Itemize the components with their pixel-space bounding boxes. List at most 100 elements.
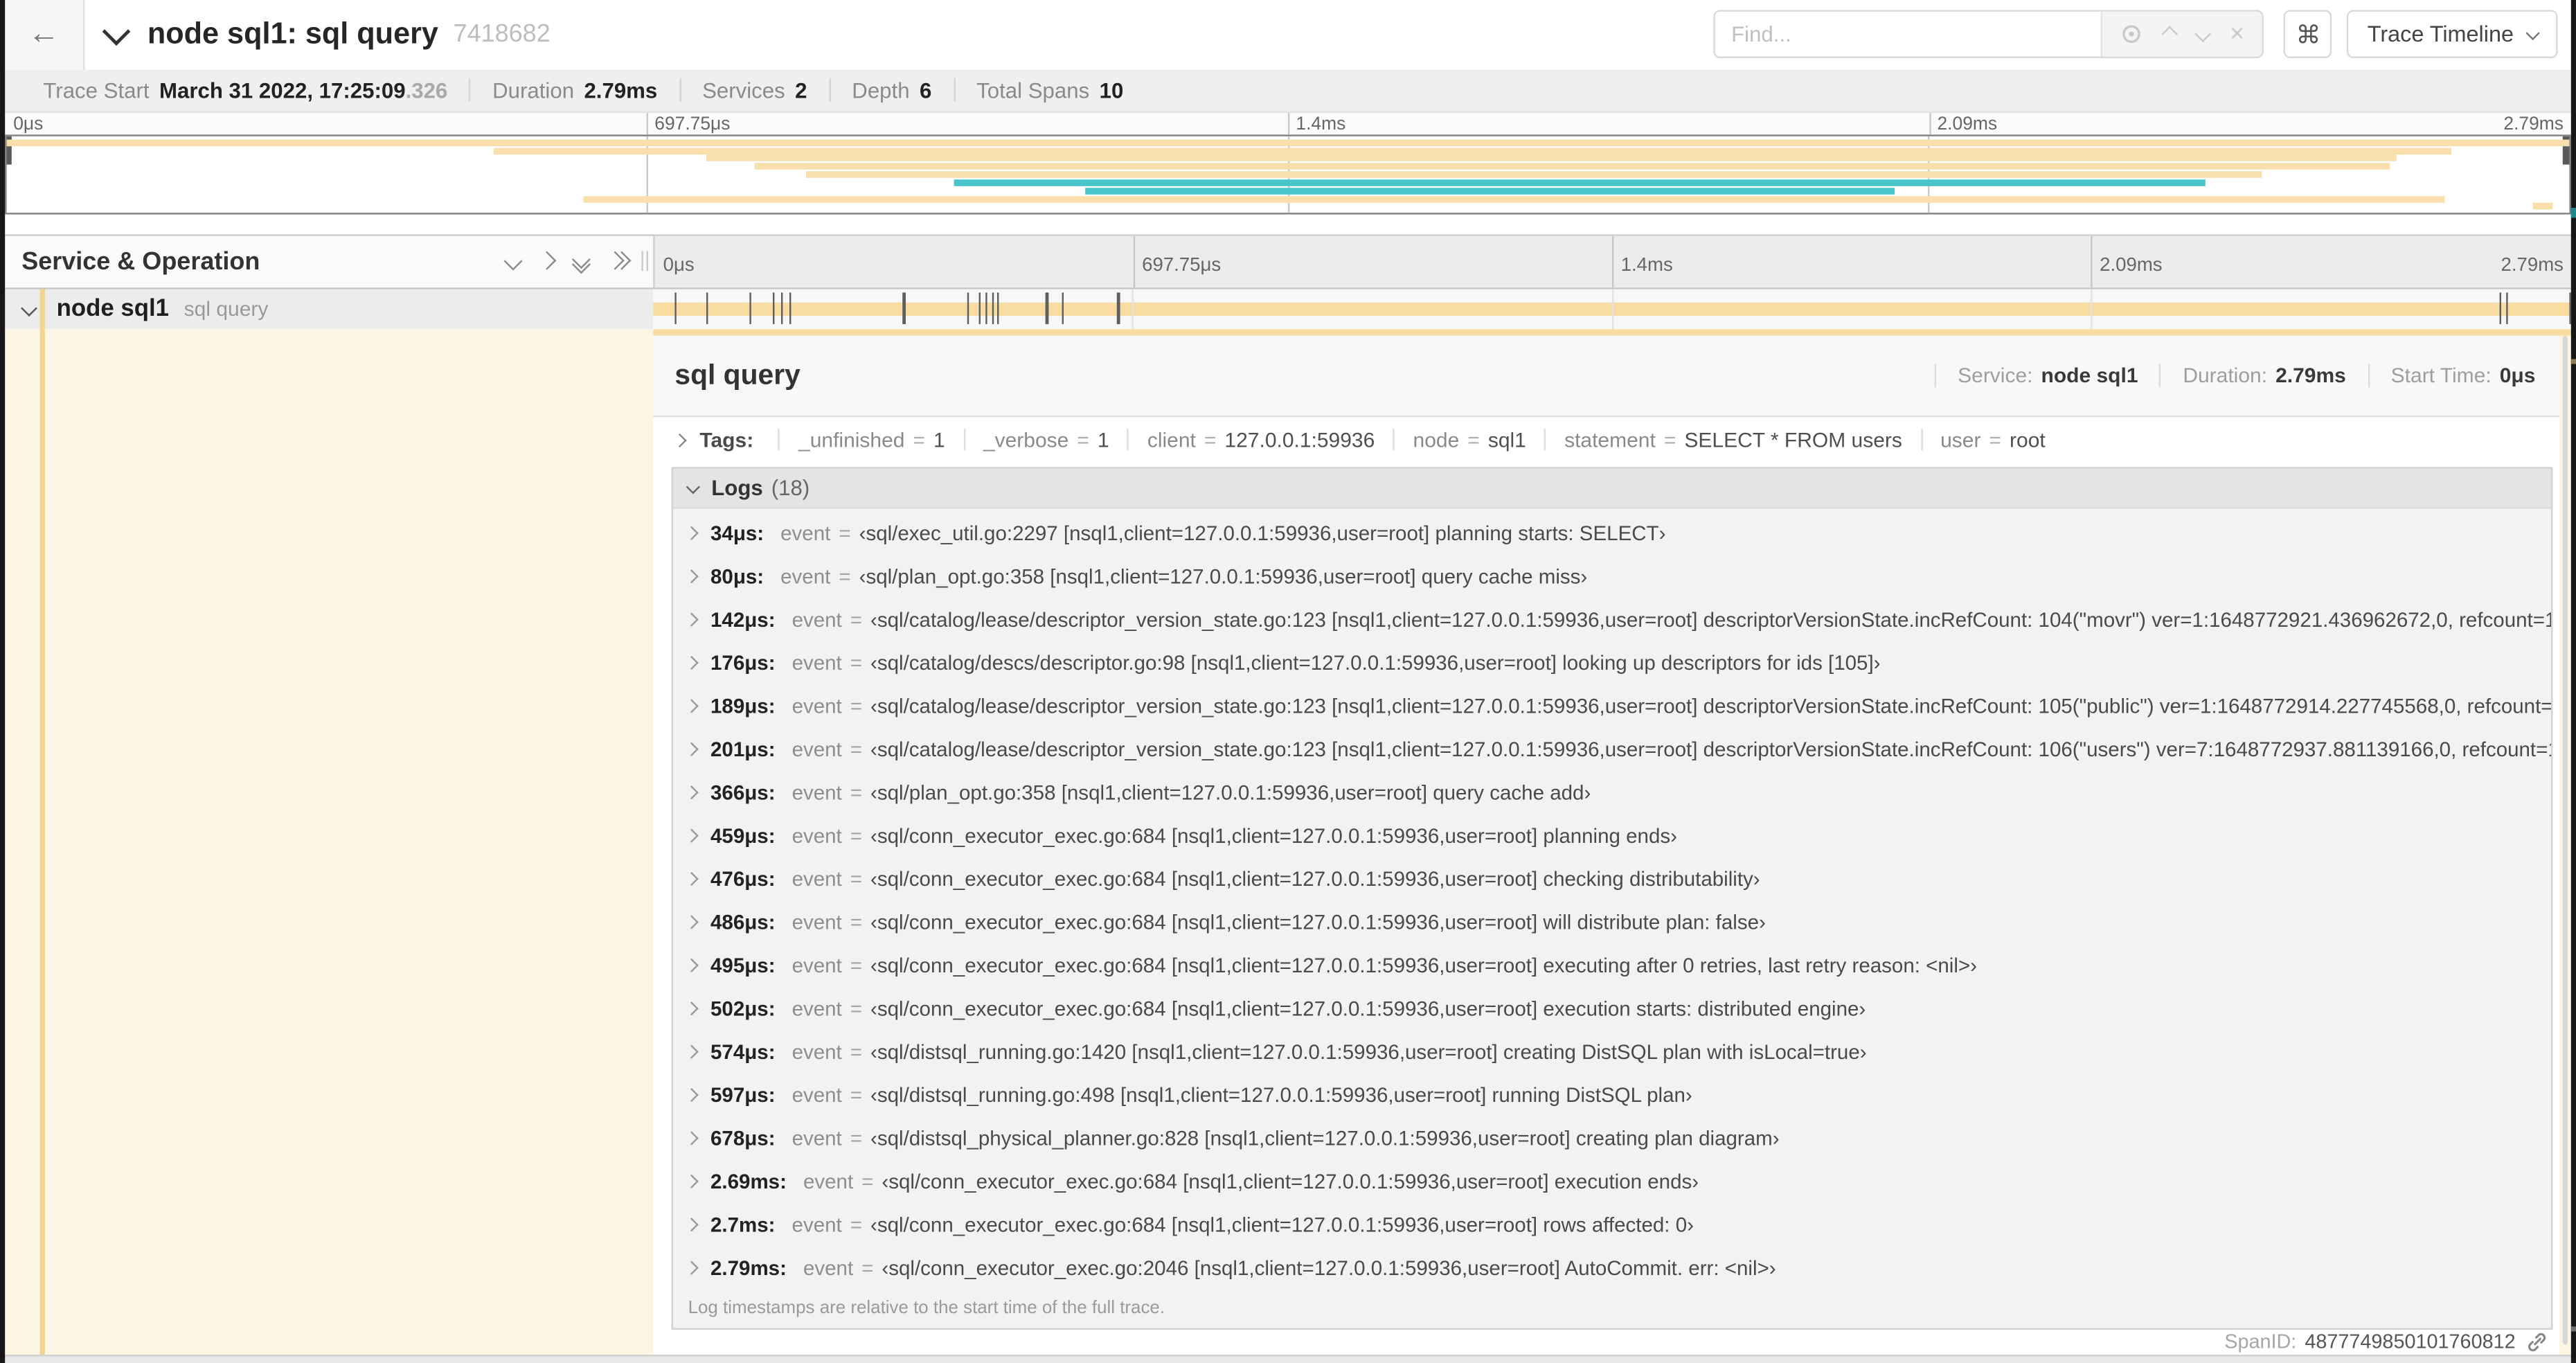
log-chevron-icon	[684, 1175, 698, 1189]
find-prev-icon[interactable]	[2161, 26, 2178, 43]
log-field-value: ‹sql/conn_executor_exec.go:2046 [nsql1,c…	[882, 1256, 1776, 1281]
log-row[interactable]: 476μs: event = ‹sql/conn_executor_exec.g…	[673, 858, 2550, 901]
summary-label: Duration	[492, 77, 575, 103]
tag-separator	[1127, 429, 1129, 451]
log-timestamp: 486μs:	[710, 911, 776, 935]
span-bar-cell[interactable]	[653, 288, 2571, 330]
tags-accordian[interactable]: Tags: _unfinished = 1 _verbose = 1 clien…	[653, 417, 2559, 463]
summary-value: 2	[795, 77, 807, 103]
log-equals: =	[850, 824, 863, 848]
minimap-canvas[interactable]	[5, 134, 2570, 215]
tag-value: SELECT * FROM users	[1684, 428, 1902, 452]
log-equals: =	[850, 608, 863, 632]
ruler-gridline	[646, 112, 648, 135]
trace-view-selector[interactable]: Trace Timeline	[2347, 10, 2557, 59]
log-row[interactable]: 176μs: event = ‹sql/catalog/descs/descri…	[673, 642, 2550, 685]
tag-key: _verbose	[983, 428, 1069, 452]
back-button[interactable]: ←	[5, 0, 84, 69]
log-chevron-icon	[684, 873, 698, 887]
scrollbar-thumb[interactable]	[2563, 336, 2567, 1344]
logs-title: Logs	[711, 475, 763, 501]
scope-icon[interactable]	[2120, 24, 2142, 45]
log-marker-tick	[781, 292, 784, 324]
log-field-value: ‹sql/conn_executor_exec.go:684 [nsql1,cl…	[870, 868, 1760, 891]
log-field-key: event	[791, 1127, 842, 1151]
log-row[interactable]: 366μs: event = ‹sql/plan_opt.go:358 [nsq…	[673, 772, 2550, 814]
log-row[interactable]: 201μs: event = ‹sql/catalog/lease/descri…	[673, 729, 2550, 772]
find-next-icon[interactable]	[2194, 26, 2211, 43]
expand-all-icon[interactable]	[605, 252, 629, 270]
log-field-key: event	[803, 1256, 854, 1281]
column-resizer-handle[interactable]	[641, 251, 649, 271]
ruler-gridline	[1612, 235, 1614, 287]
tag-item: _verbose = 1	[945, 428, 1109, 452]
service-operation-header: Service & Operation	[5, 235, 654, 287]
timeline-header: Service & Operation 0μs 697.75μs 1.4ms 2.09…	[5, 233, 2570, 289]
log-chevron-icon	[684, 1089, 698, 1103]
log-row[interactable]: 34μs: event = ‹sql/exec_util.go:2297 [ns…	[673, 513, 2550, 555]
keyboard-shortcuts-button[interactable]: ⌘	[2284, 10, 2333, 59]
ruler-tick-label: 2.09ms	[1937, 115, 1998, 135]
tags-chevron-icon	[672, 433, 687, 447]
log-field-key: event	[791, 1213, 842, 1238]
span-collapse-chevron-icon[interactable]	[21, 301, 37, 318]
deep-link-icon[interactable]	[2525, 1331, 2547, 1353]
log-row[interactable]: 495μs: event = ‹sql/conn_executor_exec.g…	[673, 945, 2550, 988]
trace-id: 7418682	[453, 20, 551, 49]
log-row[interactable]: 2.7ms: event = ‹sql/conn_executor_exec.g…	[673, 1204, 2550, 1247]
tag-separator	[963, 429, 965, 451]
log-row[interactable]: 2.69ms: event = ‹sql/conn_executor_exec.…	[673, 1161, 2550, 1204]
logs-footer-note: Log timestamps are relative to the start…	[688, 1298, 1165, 1319]
log-row[interactable]: 597μs: event = ‹sql/distsql_running.go:4…	[673, 1074, 2550, 1117]
detail-title-row: sql query Service: node sql1 Duration: 2…	[653, 336, 2559, 416]
meta-value: node sql1	[2041, 364, 2138, 388]
span-name-cell[interactable]: node sql1 sql query	[5, 288, 654, 330]
log-row[interactable]: 502μs: event = ‹sql/conn_executor_exec.g…	[673, 988, 2550, 1031]
tag-key: _unfinished	[798, 428, 905, 452]
back-arrow-icon: ←	[28, 17, 60, 53]
span-operation-name: sql query	[184, 297, 269, 321]
log-marker-tick	[789, 292, 792, 324]
jaeger-trace-page: ← node sql1: sql query 7418682 × ⌘	[0, 0, 2576, 1363]
tag-separator	[778, 429, 780, 451]
timeline-ruler: 0μs 697.75μs 1.4ms 2.09ms 2.79ms	[653, 235, 2570, 287]
log-timestamp: 495μs:	[710, 954, 776, 978]
log-chevron-icon	[684, 1002, 698, 1016]
log-row[interactable]: 80μs: event = ‹sql/plan_opt.go:358 [nsql…	[673, 555, 2550, 598]
summary-value: 6	[919, 77, 932, 103]
span-detail-row: sql query Service: node sql1 Duration: 2…	[5, 336, 2570, 1354]
log-row[interactable]: 142μs: event = ‹sql/catalog/lease/descri…	[673, 598, 2550, 641]
log-row[interactable]: 459μs: event = ‹sql/conn_executor_exec.g…	[673, 814, 2550, 857]
ruler-tick-label: 1.4ms	[1620, 255, 1673, 276]
log-equals: =	[850, 738, 863, 762]
find-input[interactable]	[1715, 12, 2100, 57]
tag-key: user	[1940, 428, 1981, 452]
minimap-span-bar	[706, 155, 2397, 162]
log-timestamp: 502μs:	[710, 997, 776, 1022]
log-row[interactable]: 2.79ms: event = ‹sql/conn_executor_exec.…	[673, 1247, 2550, 1290]
log-row[interactable]: 486μs: event = ‹sql/conn_executor_exec.g…	[673, 901, 2550, 944]
log-field-key: event	[791, 652, 842, 675]
log-equals: =	[850, 1213, 862, 1238]
ruler-gridline	[1929, 112, 1931, 135]
log-row[interactable]: 574μs: event = ‹sql/distsql_running.go:1…	[673, 1031, 2550, 1074]
edge-gray-segment	[2570, 1326, 2576, 1332]
tag-key: node	[1413, 428, 1460, 452]
log-equals: =	[850, 868, 863, 891]
collapse-all-icon[interactable]	[571, 249, 589, 274]
summary-value: 10	[1099, 77, 1124, 103]
collapse-one-icon[interactable]	[503, 252, 521, 270]
log-chevron-icon	[684, 700, 698, 713]
log-row[interactable]: 189μs: event = ‹sql/catalog/lease/descri…	[673, 685, 2550, 728]
find-clear-icon[interactable]: ×	[2230, 22, 2244, 47]
expand-one-icon[interactable]	[537, 252, 555, 270]
summary-label: Trace Start	[43, 77, 150, 103]
tag-equals: =	[1663, 428, 1676, 452]
logs-header[interactable]: Logs (18)	[673, 469, 2551, 509]
trace-collapse-chevron-icon[interactable]	[101, 17, 130, 46]
log-timestamp: 2.79ms:	[710, 1256, 787, 1281]
log-row[interactable]: 678μs: event = ‹sql/distsql_physical_pla…	[673, 1117, 2550, 1160]
span-row[interactable]: node sql1 sql query	[5, 288, 2571, 330]
log-timestamp: 476μs:	[710, 868, 776, 891]
log-chevron-icon	[684, 1132, 698, 1146]
